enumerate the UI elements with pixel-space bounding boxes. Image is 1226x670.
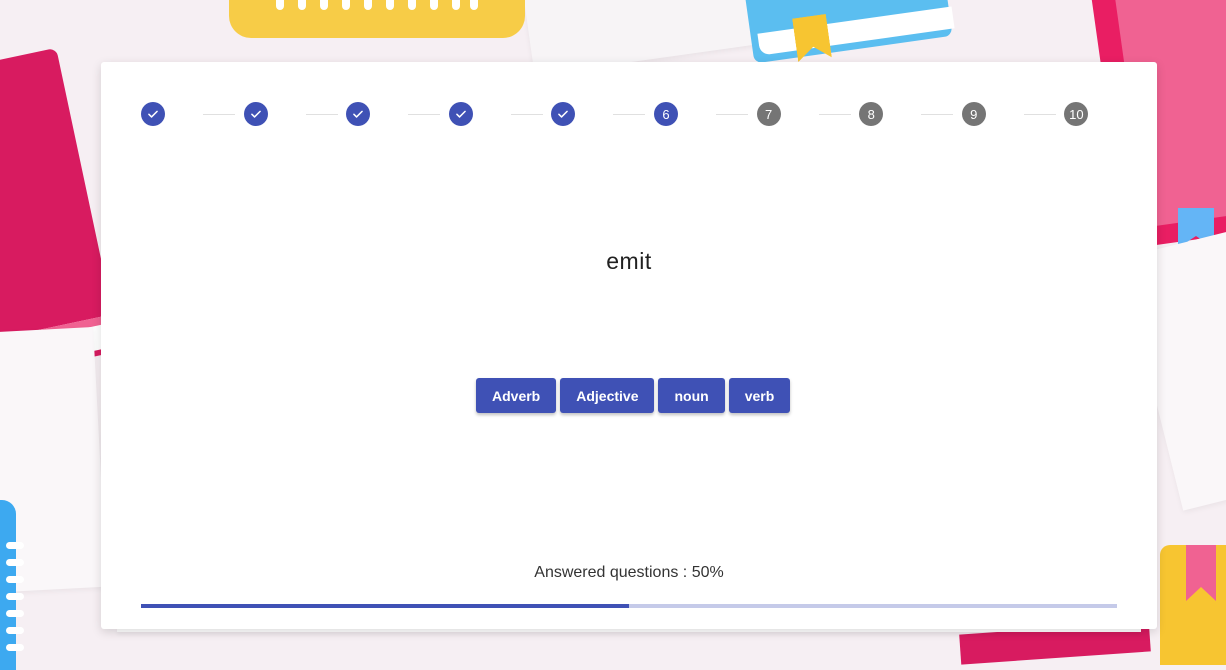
step-1[interactable] [141, 102, 165, 126]
step-5[interactable] [551, 102, 576, 126]
step-number: 10 [1069, 106, 1084, 122]
step-8[interactable]: 8 [859, 102, 884, 126]
check-icon [250, 110, 261, 118]
card-stack-edge [117, 629, 1141, 632]
background-notebook [0, 500, 24, 670]
step-connector [203, 114, 235, 115]
check-icon [353, 110, 364, 118]
step-connector [818, 114, 851, 115]
step-number: 9 [970, 106, 978, 122]
step-connector [716, 114, 748, 115]
step-connector [921, 114, 954, 115]
step-3[interactable] [346, 102, 371, 126]
step-connector [510, 114, 543, 115]
step-number: 8 [867, 106, 875, 122]
step-9[interactable]: 9 [961, 102, 986, 126]
check-icon [148, 110, 158, 118]
answer-verb-button[interactable]: verb [728, 378, 791, 413]
step-number: 7 [764, 106, 773, 122]
check-icon [558, 110, 569, 118]
background-paper [0, 327, 107, 593]
step-number: 6 [662, 106, 670, 122]
step-10[interactable]: 10 [1064, 102, 1089, 126]
answer-noun-button[interactable]: noun [658, 378, 725, 413]
answer-adjective-button[interactable]: Adjective [560, 378, 655, 413]
progress-label: Answered questions : 50% [534, 564, 724, 581]
stepper: 6 7 8 9 10 [141, 102, 1089, 126]
step-connector [408, 114, 441, 115]
step-connector [305, 114, 338, 115]
progress-bar-fill [141, 604, 629, 608]
step-4[interactable] [448, 102, 473, 126]
background-notebook [229, 0, 525, 38]
question-word: emit [606, 248, 652, 274]
step-2[interactable] [243, 102, 268, 126]
progress-bar [141, 604, 1117, 608]
step-7[interactable]: 7 [756, 102, 781, 126]
answer-options: Adverb Adjective noun verb [476, 378, 791, 413]
quiz-card: 6 7 8 9 10 emit Adverb Adjective noun verb Answ… [101, 62, 1157, 629]
check-icon [455, 110, 466, 118]
step-connector [1023, 114, 1056, 115]
step-6[interactable]: 6 [654, 102, 678, 126]
answer-adverb-button[interactable]: Adverb [476, 378, 557, 413]
step-connector [613, 114, 646, 115]
